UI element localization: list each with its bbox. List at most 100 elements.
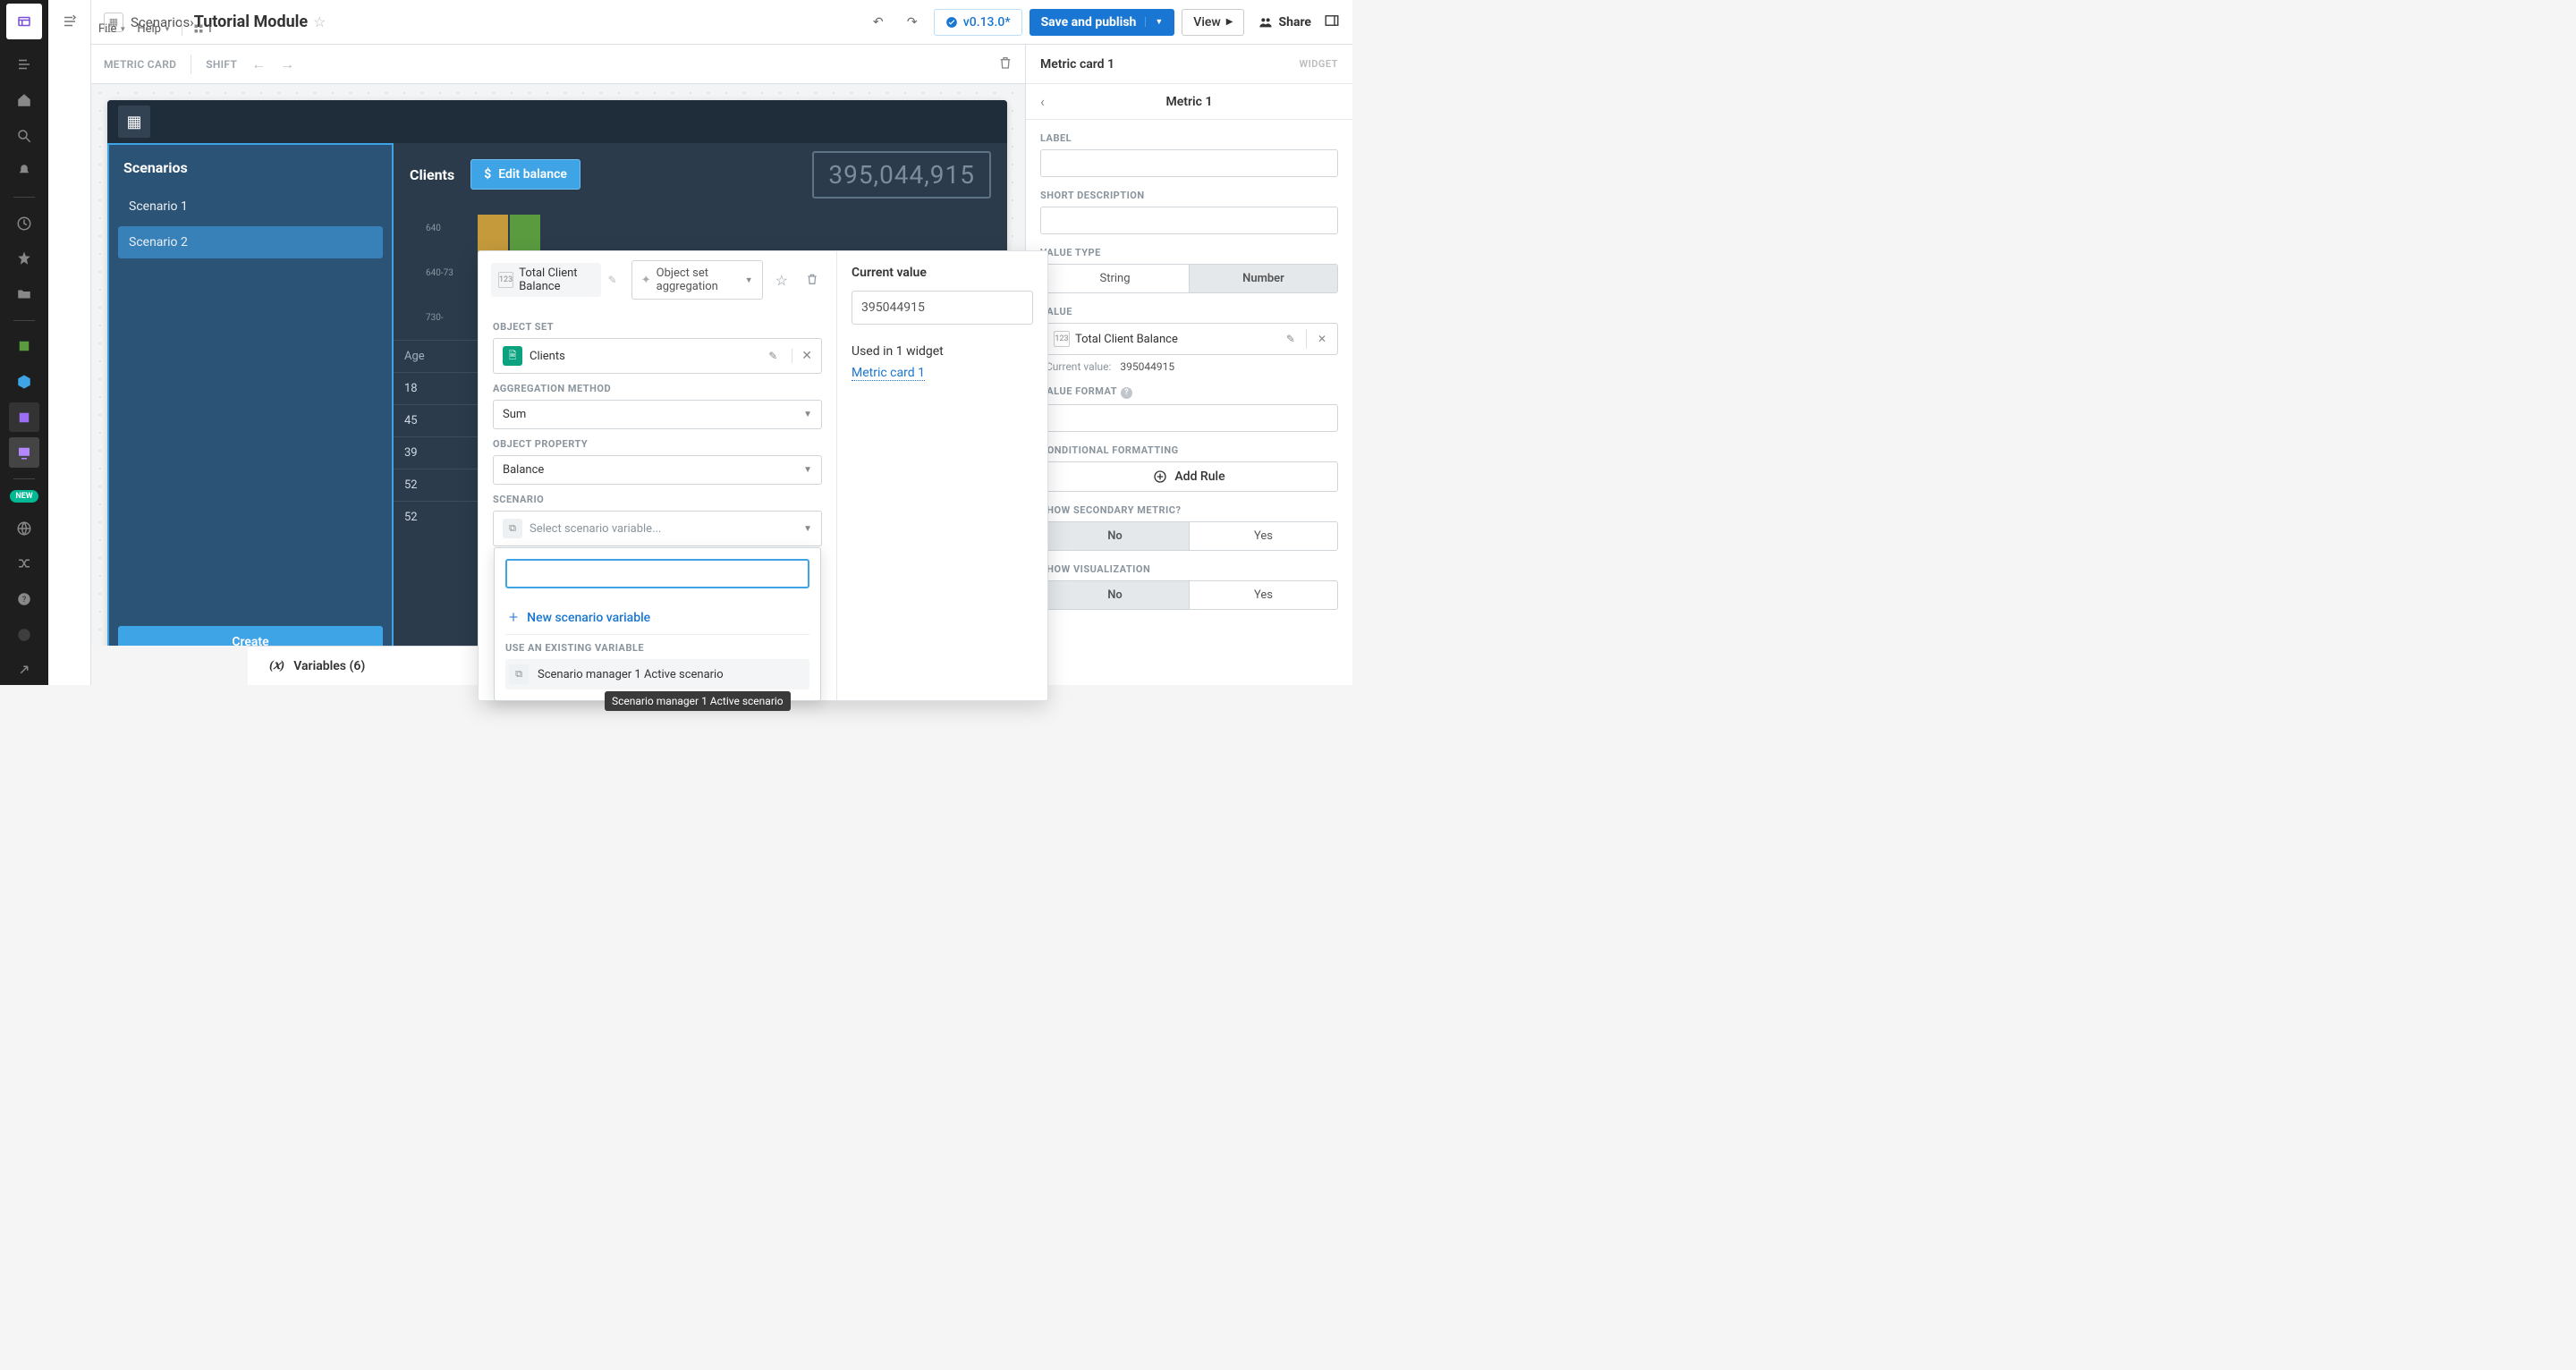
redo-icon[interactable]: ↷ xyxy=(898,8,927,37)
view-button[interactable]: View ▶ xyxy=(1182,9,1244,36)
undo-icon[interactable]: ↶ xyxy=(864,8,893,37)
user-avatar-icon[interactable] xyxy=(9,620,39,650)
share-button[interactable]: Share xyxy=(1258,15,1311,30)
module-icon[interactable] xyxy=(9,402,39,433)
pencil-icon[interactable]: ✎ xyxy=(608,274,617,286)
chevron-down-icon: ▼ xyxy=(803,524,812,534)
menubar: File▼ Help▼ 1 xyxy=(98,21,213,36)
popover-summary: Current value 395044915 Used in 1 widget… xyxy=(836,251,1047,700)
agg-method-label: AGGREGATION METHOD xyxy=(493,383,822,394)
create-scenario-button[interactable]: Create xyxy=(118,626,383,646)
folder-icon[interactable] xyxy=(9,279,39,309)
shuffle-icon[interactable] xyxy=(9,549,39,579)
menu-help[interactable]: Help▼ xyxy=(137,22,171,36)
expand-icon[interactable] xyxy=(9,655,39,685)
show-viz-segmented: No Yes xyxy=(1040,580,1338,610)
new-badge: NEW xyxy=(10,490,38,503)
version-button[interactable]: v0.13.0* xyxy=(934,9,1022,36)
delete-icon[interactable] xyxy=(998,55,1013,73)
sparkle-icon: ✦ xyxy=(641,274,651,287)
scenario-icon: ⧉ xyxy=(509,664,529,684)
show-secondary-segmented: No Yes xyxy=(1040,521,1338,551)
aggregation-type-button[interactable]: ✦ Object set aggregation ▼ xyxy=(631,260,763,300)
panel-toggle-icon[interactable] xyxy=(1324,13,1340,32)
star-icon[interactable] xyxy=(9,243,39,274)
star-outline-icon[interactable]: ☆ xyxy=(770,268,793,292)
grid-icon xyxy=(193,23,204,34)
save-publish-button[interactable]: Save and publish ▼ xyxy=(1030,9,1175,36)
scenario-item[interactable]: Scenario 2 xyxy=(118,226,383,258)
favorite-star-icon[interactable]: ☆ xyxy=(313,13,326,30)
object-property-selector[interactable]: Balance▼ xyxy=(493,455,822,485)
clients-label: Clients xyxy=(410,166,454,183)
cube-icon[interactable] xyxy=(9,367,39,397)
number-icon: 123 xyxy=(498,272,513,288)
left-nav-rail: NEW ? xyxy=(0,0,48,685)
menu-page-count[interactable]: 1 xyxy=(193,22,213,36)
trash-icon[interactable] xyxy=(801,268,824,292)
subheader-crumb-2[interactable]: SHIFT xyxy=(206,58,237,71)
menu-icon[interactable] xyxy=(9,50,39,80)
dollar-icon: $ xyxy=(484,167,491,182)
pencil-icon[interactable]: ✎ xyxy=(1281,333,1301,345)
show-secondary-yes[interactable]: Yes xyxy=(1189,522,1337,550)
nav-prev-icon[interactable]: ← xyxy=(251,55,266,73)
show-viz-yes[interactable]: Yes xyxy=(1189,581,1337,609)
menu-file[interactable]: File▼ xyxy=(98,22,126,36)
rpanel-category: WIDGET xyxy=(1299,58,1338,70)
metric-card-value[interactable]: 395,044,915 xyxy=(812,151,991,199)
checklist-icon[interactable] xyxy=(9,332,39,362)
label-input[interactable] xyxy=(1040,149,1338,177)
value-type-number[interactable]: Number xyxy=(1189,265,1337,292)
home-icon[interactable] xyxy=(9,85,39,115)
close-icon[interactable]: ✕ xyxy=(1312,333,1332,345)
short-desc-input[interactable] xyxy=(1040,207,1338,234)
new-scenario-variable-button[interactable]: + New scenario variable xyxy=(505,601,809,635)
search-icon[interactable] xyxy=(9,121,39,151)
scenario-selector[interactable]: ⧉ Select scenario variable... ▼ + New sc… xyxy=(493,511,822,546)
agg-method-selector[interactable]: Sum▼ xyxy=(493,400,822,429)
edit-balance-button[interactable]: $ Edit balance xyxy=(470,159,580,190)
show-secondary-no[interactable]: No xyxy=(1041,522,1189,550)
chevron-down-icon[interactable]: ▼ xyxy=(1145,17,1163,27)
current-value: 395044915 xyxy=(1120,360,1174,373)
used-in-link[interactable]: Metric card 1 xyxy=(852,366,925,381)
scenario-dropdown: + New scenario variable USE AN EXISTING … xyxy=(494,547,821,701)
used-in-label: Used in 1 widget xyxy=(852,344,1033,359)
add-rule-button[interactable]: Add Rule xyxy=(1040,461,1338,492)
svg-text:?: ? xyxy=(22,596,26,605)
document-icon: 🗎 xyxy=(503,346,522,366)
people-icon xyxy=(1258,15,1273,30)
subheader-crumb-1[interactable]: METRIC CARD xyxy=(104,58,176,71)
screen-icon[interactable] xyxy=(9,437,39,468)
nav-next-icon[interactable]: → xyxy=(280,55,294,73)
help-tooltip-icon[interactable]: ? xyxy=(1121,387,1132,399)
help-icon[interactable]: ? xyxy=(9,584,39,614)
history-icon[interactable] xyxy=(9,208,39,239)
current-value-display: 395044915 xyxy=(852,291,1033,325)
pencil-icon[interactable]: ✎ xyxy=(761,350,784,362)
conditional-formatting-label: CONDITIONAL FORMATTING xyxy=(1040,444,1338,456)
value-format-input[interactable] xyxy=(1040,404,1338,432)
scenario-icon: ⧉ xyxy=(503,519,522,538)
close-icon[interactable]: ✕ xyxy=(792,349,812,363)
plus-circle-icon xyxy=(1153,469,1167,484)
existing-variable-item[interactable]: ⧉ Scenario manager 1 Active scenario xyxy=(505,659,809,689)
chevron-down-icon: ▼ xyxy=(803,410,812,419)
current-value-label: Current value xyxy=(852,266,1033,280)
show-viz-no[interactable]: No xyxy=(1041,581,1189,609)
variable-icon: (𝑥) xyxy=(269,658,284,673)
bell-icon[interactable] xyxy=(9,156,39,186)
back-icon[interactable]: ‹ xyxy=(1040,93,1045,110)
sidebar-toggle-icon[interactable] xyxy=(48,0,91,43)
value-selector[interactable]: ‹ 123Total Client Balance ✎ ✕ xyxy=(1040,323,1338,355)
value-type-string[interactable]: String xyxy=(1041,265,1189,292)
y-tick: 730- xyxy=(426,313,444,323)
show-viz-label: SHOW VISUALIZATION xyxy=(1040,563,1338,575)
label-field-label: LABEL xyxy=(1040,132,1338,144)
object-set-selector[interactable]: 🗎Clients ✎ ✕ xyxy=(493,338,822,374)
app-logo-icon[interactable] xyxy=(6,4,42,39)
scenario-item[interactable]: Scenario 1 xyxy=(118,190,383,223)
scenario-search-input[interactable] xyxy=(505,559,809,588)
globe-icon[interactable] xyxy=(9,513,39,544)
